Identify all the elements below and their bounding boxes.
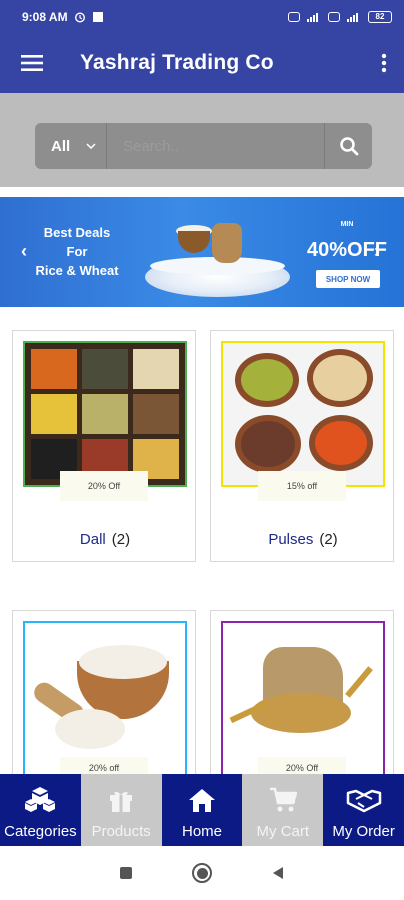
discount-tag: 20% Off: [60, 471, 148, 501]
category-label: Dall (2): [13, 531, 197, 548]
cart-icon: [269, 787, 297, 812]
banner-headline: Best Deals For Rice & Wheat: [22, 223, 132, 280]
app-title: Yashraj Trading Co: [80, 51, 274, 74]
category-card-pulses[interactable]: 15% off Pulses (2): [210, 330, 394, 562]
nav-home[interactable]: Home: [161, 774, 243, 846]
category-count: (2): [319, 531, 338, 548]
category-count: (2): [111, 531, 131, 548]
banner-min-label: MIN: [340, 221, 354, 228]
banner-off-label: OFF: [347, 239, 388, 261]
battery-level: 82: [375, 12, 385, 21]
status-time: 9:08 AM: [22, 9, 68, 24]
signal-icon: [307, 12, 318, 22]
search-box: All: [35, 123, 372, 169]
dall-image: [31, 349, 179, 479]
category-select-value: All: [51, 137, 71, 155]
nav-products[interactable]: Products: [80, 774, 162, 846]
nav-label: My Cart: [256, 823, 310, 840]
bowl-graphic: [178, 231, 210, 253]
volte-icon-2: [328, 11, 340, 22]
banner-discount-value: 40%: [306, 239, 348, 261]
promo-banner[interactable]: Best Deals For Rice & Wheat ‹ › MIN 40%O…: [0, 197, 404, 307]
category-image-frame: [221, 341, 385, 487]
category-name: Pulses: [268, 531, 314, 548]
clapper-icon: [92, 11, 103, 22]
more-options-icon[interactable]: [364, 33, 404, 93]
system-navigation-bar: [0, 846, 404, 900]
nav-label: Products: [91, 823, 151, 840]
banner-headline-line3: Rice & Wheat: [35, 263, 119, 278]
shop-now-button[interactable]: SHOP NOW: [316, 270, 380, 288]
discount-tag: 15% off: [258, 471, 346, 501]
grain-sack-graphic: [212, 223, 242, 263]
category-label: Pulses (2): [211, 531, 395, 548]
battery-icon: 82: [368, 10, 392, 23]
search-icon: [339, 137, 358, 156]
category-image-frame: [23, 341, 187, 487]
handshake-icon: [346, 789, 381, 813]
chevron-down-icon: [86, 143, 96, 149]
alarm-icon: [74, 11, 85, 23]
recents-button[interactable]: [120, 867, 132, 879]
category-select[interactable]: All: [35, 123, 107, 169]
cubes-icon: [25, 787, 56, 812]
bottom-navigation: Categories Products Home My Cart My Orde…: [0, 774, 404, 846]
nav-label: My Order: [332, 823, 395, 840]
banner-headline-line2: For: [66, 244, 88, 259]
category-name: Dall: [79, 531, 106, 548]
signal-icon-2: [347, 12, 358, 22]
home-icon: [188, 789, 215, 812]
hamburger-menu-icon[interactable]: [0, 33, 64, 93]
nav-label: Categories: [4, 823, 77, 840]
category-card-rice[interactable]: 20% off: [12, 610, 196, 781]
volte-icon: [288, 11, 300, 22]
nav-label: Home: [181, 823, 222, 840]
nav-categories[interactable]: Categories: [0, 774, 81, 846]
banner-discount: MIN 40%OFF SHOP NOW: [302, 221, 392, 288]
banner-headline-line1: Best Deals: [43, 225, 111, 240]
category-card-dall[interactable]: 20% Off Dall (2): [12, 330, 196, 562]
banner-prev-arrow-icon[interactable]: ‹: [21, 241, 27, 262]
category-card-wheat[interactable]: 20% Off: [210, 610, 394, 781]
home-button[interactable]: [192, 863, 212, 883]
search-area: All: [0, 93, 404, 187]
gift-icon: [110, 791, 133, 812]
nav-my-cart[interactable]: My Cart: [242, 774, 324, 846]
nav-my-order[interactable]: My Order: [323, 774, 404, 846]
search-input[interactable]: [107, 123, 324, 169]
app-bar: Yashraj Trading Co: [0, 33, 404, 93]
back-button[interactable]: [272, 866, 284, 880]
search-button[interactable]: [324, 123, 372, 169]
status-bar: 9:08 AM 82: [0, 0, 404, 33]
